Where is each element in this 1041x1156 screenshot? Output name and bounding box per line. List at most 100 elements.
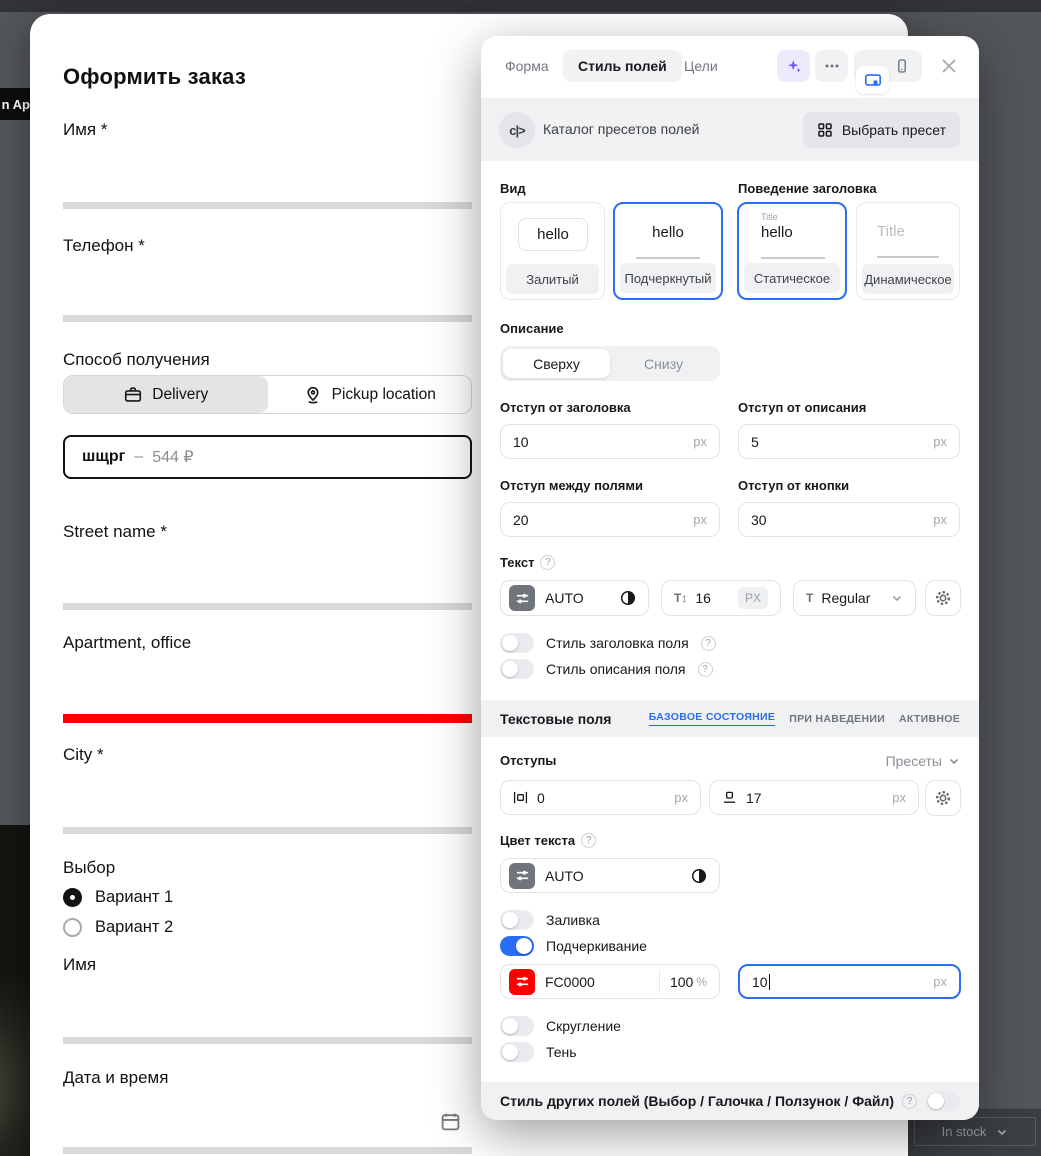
other-fields-toggle[interactable] [926, 1091, 960, 1111]
description-bottom-tab[interactable]: Снизу [610, 349, 717, 378]
horizontal-padding-input[interactable]: 0 px [500, 780, 701, 815]
text-settings-gear-button[interactable] [925, 580, 961, 616]
contrast-icon[interactable] [691, 868, 707, 884]
city-field-underline[interactable] [63, 827, 472, 834]
description-top-tab[interactable]: Сверху [503, 349, 610, 378]
filled-preview: hello [518, 218, 588, 251]
percent-unit: % [696, 975, 707, 989]
tab-form[interactable]: Форма [505, 50, 549, 82]
backdrop-clipped-banner: n Ap [0, 88, 30, 120]
choose-preset-button[interactable]: Выбрать пресет [803, 112, 960, 148]
dynamic-option-label: Динамическое [862, 264, 954, 294]
tab-pickup-location[interactable]: Pickup location [268, 376, 472, 413]
color-swatch-icon[interactable] [509, 863, 535, 889]
description-style-toggle-label: Стиль описания поля [546, 661, 686, 677]
static-title-preview: Title [761, 212, 778, 222]
view-option-underlined[interactable]: hello Подчеркнутый [613, 202, 723, 300]
close-panel-button[interactable] [939, 56, 959, 81]
font-weight-select[interactable]: T Regular [793, 580, 916, 616]
help-icon[interactable]: ? [581, 833, 596, 848]
text-color-label: Цвет текста [500, 833, 575, 848]
more-options-button[interactable] [815, 50, 848, 82]
margin-title-input[interactable]: 10 px [500, 424, 720, 459]
mobile-view-button[interactable] [887, 52, 917, 80]
gear-icon [934, 589, 952, 607]
behavior-option-static[interactable]: Title hello Статическое [737, 202, 847, 300]
red-color-swatch-icon[interactable] [509, 969, 535, 995]
stock-dropdown[interactable]: In stock [914, 1117, 1036, 1146]
view-option-filled[interactable]: hello Залитый [500, 202, 605, 300]
underlined-preview-line [636, 257, 700, 259]
street-field-underline[interactable] [63, 603, 472, 610]
underline-toggle-label: Подчеркивание [546, 938, 647, 954]
field-text-color-picker[interactable]: AUTO [500, 858, 720, 893]
vertical-padding-value: 17 [746, 790, 762, 806]
product-price: 544 ₽ [152, 447, 193, 467]
margin-button-value: 30 [751, 512, 767, 528]
spacing-settings-gear-button[interactable] [925, 780, 961, 816]
px-unit: px [933, 434, 947, 449]
rounding-toggle-row: Скругление [500, 1015, 621, 1037]
text-color-section-label: Цвет текста ? [500, 833, 596, 848]
vertical-padding-input[interactable]: 17 px [709, 780, 919, 815]
margin-button-input[interactable]: 30 px [738, 502, 960, 537]
contrast-icon[interactable] [620, 590, 636, 606]
other-fields-band: Стиль других полей (Выбор / Галочка / По… [481, 1082, 979, 1120]
help-icon[interactable]: ? [540, 555, 555, 570]
underline-toggle[interactable] [500, 936, 534, 956]
shadow-toggle[interactable] [500, 1042, 534, 1062]
desktop-view-button[interactable] [856, 66, 889, 94]
fill-toggle[interactable] [500, 910, 534, 930]
font-weight-value: Regular [821, 590, 870, 606]
tab-delivery[interactable]: Delivery [64, 376, 268, 413]
radio-selected-icon[interactable] [63, 888, 82, 907]
px-unit: px [693, 512, 707, 527]
state-tab-base[interactable]: БАЗОВОЕ СОСТОЯНИЕ [649, 711, 776, 726]
product-select[interactable]: шщрг – 544 ₽ [63, 435, 472, 479]
radio-option-1[interactable]: Вариант 1 [63, 886, 173, 908]
margin-fields-input[interactable]: 20 px [500, 502, 720, 537]
color-swatch-icon[interactable] [509, 585, 535, 611]
description-style-toggle[interactable] [500, 659, 534, 679]
apartment-field-underline-red[interactable] [63, 714, 472, 723]
title-style-toggle[interactable] [500, 633, 534, 653]
help-icon[interactable]: ? [698, 662, 713, 677]
spacing-label: Отступы [500, 753, 556, 768]
text-color-picker[interactable]: AUTO [500, 580, 649, 616]
margin-description-value: 5 [751, 434, 759, 450]
phone-field-underline[interactable] [63, 315, 472, 322]
radio-option-1-label: Вариант 1 [95, 888, 173, 907]
font-size-input[interactable]: T↕ 16 PX [661, 580, 781, 616]
px-unit: px [933, 512, 947, 527]
grid-icon [817, 122, 833, 138]
help-icon[interactable]: ? [701, 636, 716, 651]
margin-description-input[interactable]: 5 px [738, 424, 960, 459]
backdrop-top-strip [0, 0, 1041, 12]
ai-assistant-button[interactable] [777, 50, 810, 82]
tab-goals[interactable]: Цели [684, 50, 718, 82]
px-badge[interactable]: PX [738, 587, 768, 609]
state-tab-hover[interactable]: ПРИ НАВЕДЕНИИ [789, 713, 885, 725]
datetime-field-underline[interactable] [63, 1147, 472, 1154]
tab-field-style[interactable]: Стиль полей [563, 50, 682, 82]
radio-unselected-icon[interactable] [63, 918, 82, 937]
calendar-icon[interactable] [440, 1111, 461, 1132]
sliders-icon [515, 868, 530, 883]
street-field-label: Street name * [63, 522, 167, 542]
underline-opacity-value: 100 [670, 974, 693, 990]
help-icon[interactable]: ? [902, 1094, 917, 1109]
behavior-option-dynamic[interactable]: Title Динамическое [856, 202, 960, 300]
text-fields-section-band: Текстовые поля БАЗОВОЕ СОСТОЯНИЕ ПРИ НАВ… [481, 700, 979, 737]
font-size-icon: T↕ [674, 591, 687, 605]
static-preview-line [761, 257, 825, 259]
name2-field-underline[interactable] [63, 1037, 472, 1044]
underline-thickness-input[interactable]: 10 px [738, 964, 961, 999]
field-style-panel: Форма Стиль полей Цели c|> Каталог пресе… [481, 36, 979, 1120]
rounding-toggle[interactable] [500, 1016, 534, 1036]
name-field-underline[interactable] [63, 202, 472, 209]
underline-color-picker[interactable]: FC0000 100 % [500, 964, 720, 999]
delivery-method-tabs: Delivery Pickup location [63, 375, 472, 414]
radio-option-2[interactable]: Вариант 2 [63, 916, 173, 938]
presets-dropdown[interactable]: Пресеты [886, 753, 960, 769]
state-tab-active[interactable]: АКТИВНОЕ [899, 713, 960, 725]
